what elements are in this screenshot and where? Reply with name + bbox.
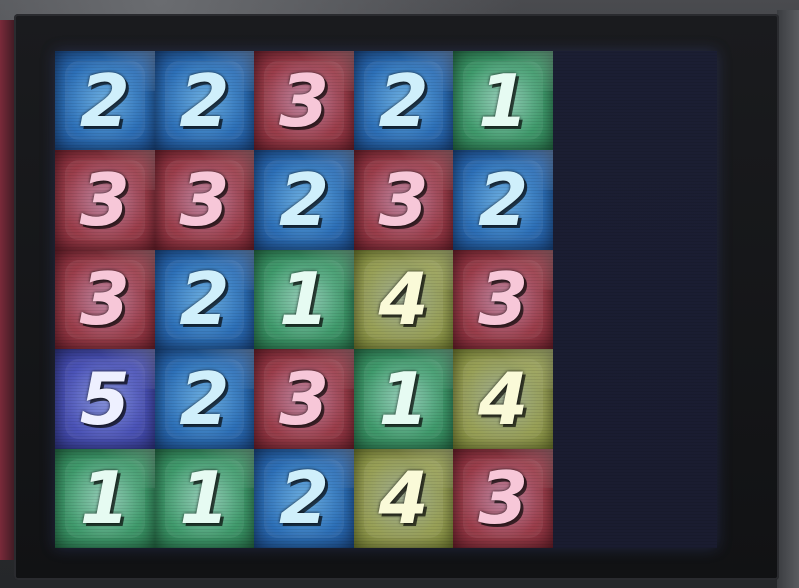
tile-r4-c5[interactable]: 4 xyxy=(453,349,553,449)
tile-r1-c1[interactable]: 2 xyxy=(55,51,155,151)
tile-r5-c2[interactable]: 1 xyxy=(154,448,255,548)
device-bezel: 2232133232321435231411243 xyxy=(14,14,779,580)
tile-r4-c2[interactable]: 2 xyxy=(154,349,255,449)
tile-r5-c5[interactable]: 3 xyxy=(453,448,553,548)
tile-number: 3 xyxy=(179,158,230,243)
tile-r1-c5[interactable]: 1 xyxy=(453,51,553,151)
tile-r5-c1[interactable]: 1 xyxy=(55,448,155,548)
tile-r3-c3[interactable]: 1 xyxy=(254,249,354,350)
tile-number: 2 xyxy=(378,58,429,143)
tile-r4-c1[interactable]: 5 xyxy=(55,349,155,449)
tile-r3-c2[interactable]: 2 xyxy=(154,249,255,350)
lcd-screen: 2232133232321435231411243 xyxy=(55,51,717,548)
tile-r5-c4[interactable]: 4 xyxy=(353,448,454,548)
tile-r3-c1[interactable]: 3 xyxy=(55,249,155,350)
tile-number: 3 xyxy=(79,158,130,243)
tile-number: 2 xyxy=(278,456,330,541)
tile-number: 4 xyxy=(378,257,429,342)
tile-r1-c4[interactable]: 2 xyxy=(353,51,454,151)
tile-r3-c4[interactable]: 4 xyxy=(353,249,454,350)
side-panel xyxy=(553,51,717,548)
tile-number: 4 xyxy=(378,456,429,541)
tile-number: 3 xyxy=(378,158,429,243)
tile-number: 1 xyxy=(378,356,429,441)
tile-number: 3 xyxy=(278,356,330,441)
tile-r4-c4[interactable]: 1 xyxy=(353,349,454,449)
tile-r2-c2[interactable]: 3 xyxy=(154,150,255,250)
tile-number: 3 xyxy=(79,257,130,342)
tile-number: 1 xyxy=(79,456,130,541)
number-tile-board: 2232133232321435231411243 xyxy=(55,51,553,548)
tile-r4-c3[interactable]: 3 xyxy=(254,349,354,449)
tile-number: 3 xyxy=(478,257,529,342)
tile-number: 2 xyxy=(278,158,330,243)
tile-number: 5 xyxy=(79,356,130,441)
tile-r2-c3[interactable]: 2 xyxy=(254,150,354,250)
tile-number: 1 xyxy=(179,456,230,541)
tile-number: 2 xyxy=(179,58,230,143)
tile-number: 4 xyxy=(478,356,529,441)
tile-number: 2 xyxy=(478,158,529,243)
tile-number: 3 xyxy=(278,58,330,143)
tile-number: 2 xyxy=(179,257,230,342)
tile-r1-c2[interactable]: 2 xyxy=(154,51,255,151)
tile-r5-c3[interactable]: 2 xyxy=(254,448,354,548)
tile-number: 2 xyxy=(79,58,130,143)
tile-r2-c4[interactable]: 3 xyxy=(353,150,454,250)
right-edge xyxy=(777,10,799,588)
tile-number: 3 xyxy=(478,456,529,541)
tile-r3-c5[interactable]: 3 xyxy=(453,249,553,350)
tile-r1-c3[interactable]: 3 xyxy=(254,51,354,151)
tile-number: 1 xyxy=(478,58,529,143)
tile-number: 1 xyxy=(278,257,330,342)
tile-r2-c5[interactable]: 2 xyxy=(453,150,553,250)
tile-r2-c1[interactable]: 3 xyxy=(55,150,155,250)
tile-number: 2 xyxy=(179,356,230,441)
